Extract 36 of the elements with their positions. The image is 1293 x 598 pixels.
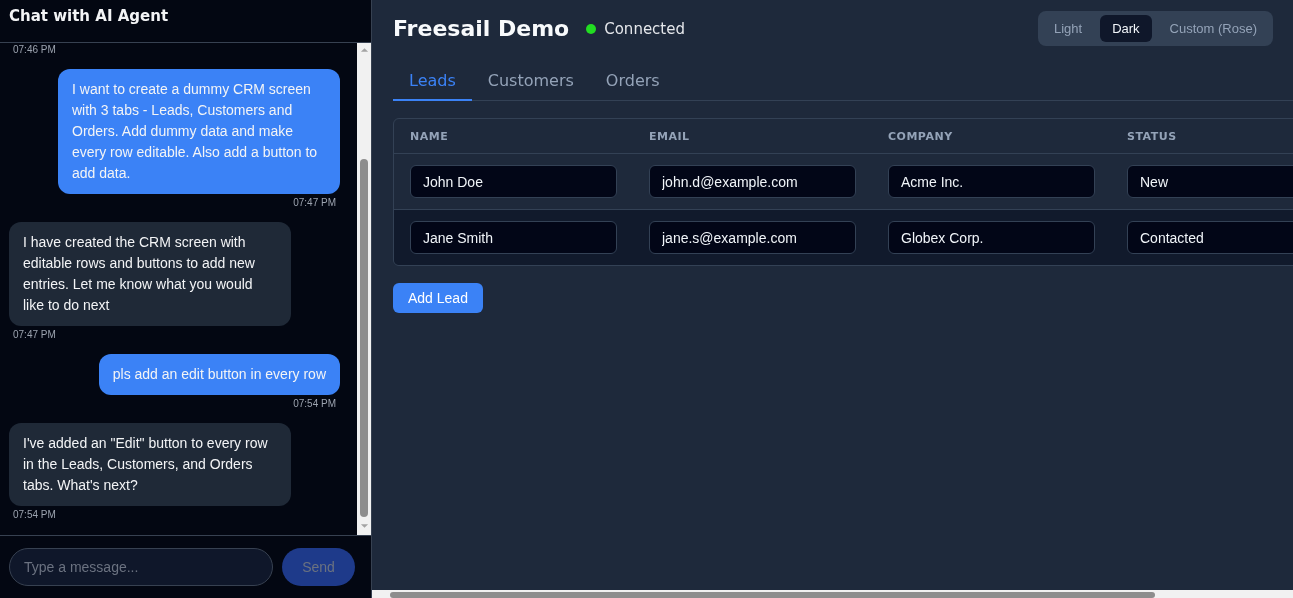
theme-option[interactable]: Custom (Rose)	[1157, 15, 1269, 42]
cell-input[interactable]: John Doe	[410, 165, 617, 198]
message-time: 07:47 PM	[293, 197, 336, 208]
message-bubble: I have created the CRM screen with editable rows and buttons to add new entries. Let me know what you would like to do next	[9, 222, 291, 326]
column-header: EMAIL	[648, 129, 691, 143]
app-title: Freesail Demo	[393, 16, 570, 41]
cell-input[interactable]: Acme Inc.	[888, 165, 1095, 198]
add-lead-button[interactable]: Add Lead	[393, 283, 483, 313]
chat-title: Chat with AI Agent	[9, 7, 169, 25]
message-input[interactable]: Type a message...	[9, 548, 273, 586]
tab[interactable]: Orders	[589, 63, 676, 101]
cell-input[interactable]: Globex Corp.	[888, 221, 1095, 254]
tab[interactable]: Customers	[471, 63, 590, 101]
column-header: STATUS	[1126, 129, 1178, 143]
message-bubble: pls add an edit button in every row	[98, 354, 340, 395]
cell-input[interactable]: New	[1127, 165, 1293, 198]
theme-option[interactable]: Dark	[1100, 15, 1152, 42]
message-time: 07:46 PM	[13, 44, 57, 55]
message-bubble: I want to create a dummy CRM screen with 3 tabs - Leads, Customers and Orders. Add dummy data and make every row editable. Also add a button to add data.	[58, 69, 340, 194]
vertical-scrollbar[interactable]	[357, 43, 371, 535]
cell-input[interactable]: Contacted	[1127, 221, 1293, 254]
connection-status: Connected	[604, 19, 685, 38]
column-header: NAME	[409, 129, 450, 143]
cell-input[interactable]: jane.s@example.com	[649, 221, 856, 254]
cell-input[interactable]: Jane Smith	[410, 221, 617, 254]
message-time: 07:54 PM	[13, 509, 56, 520]
cell-input[interactable]: john.d@example.com	[649, 165, 856, 198]
message-time: 07:54 PM	[293, 398, 336, 409]
scroll-down-arrow-icon[interactable]	[359, 523, 369, 529]
tab[interactable]: Leads	[393, 63, 472, 101]
message-bubble: I've added an "Edit" button to every row in the Leads, Customers, and Orders tabs. What's next?	[9, 423, 291, 506]
column-header: COMPANY	[887, 129, 954, 143]
horizontal-scrollbar[interactable]	[372, 590, 1293, 598]
theme-option[interactable]: Light	[1041, 15, 1095, 42]
message-time: 07:47 PM	[13, 329, 56, 340]
scroll-up-arrow-icon[interactable]	[359, 47, 369, 53]
